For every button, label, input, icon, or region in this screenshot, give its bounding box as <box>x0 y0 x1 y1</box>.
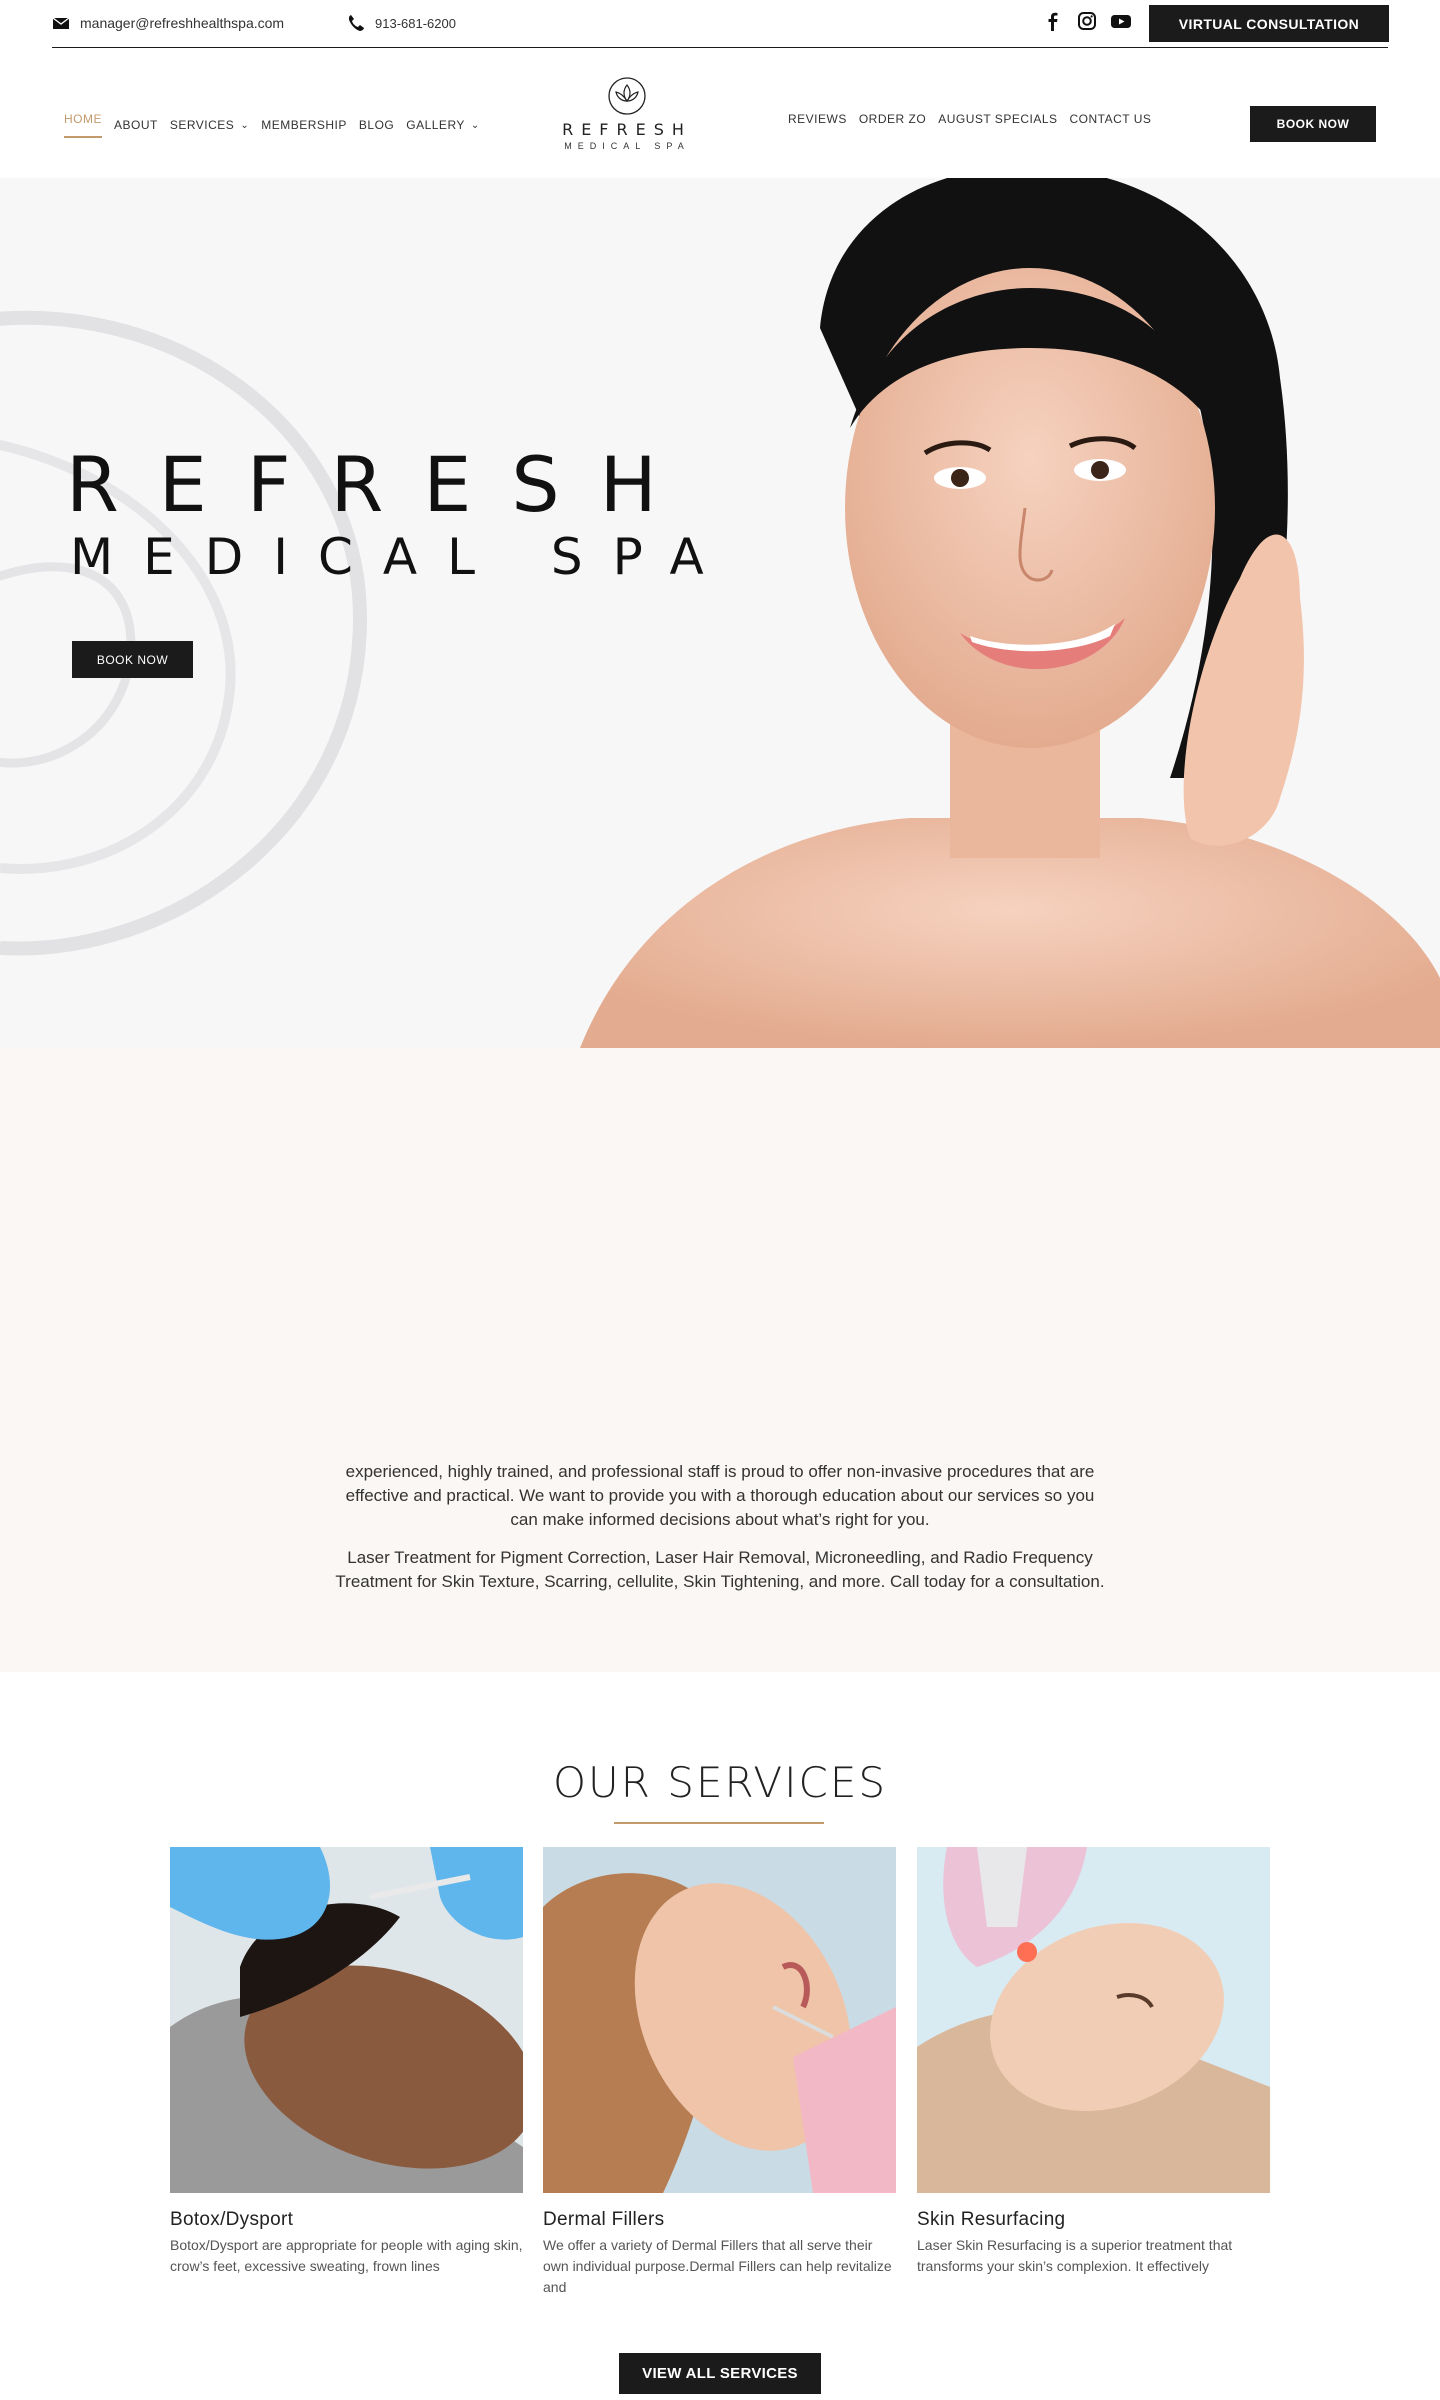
lotus-logo-icon <box>607 76 647 116</box>
phone-text[interactable]: 913-681-6200 <box>375 16 456 31</box>
intro-section: experienced, highly trained, and profess… <box>0 1048 1440 1672</box>
envelope-icon <box>52 14 70 32</box>
nav-order-zo[interactable]: ORDER ZO <box>859 112 926 126</box>
hero-woman-image <box>580 178 1440 1048</box>
email-contact[interactable]: manager@refreshhealthspa.com <box>52 14 284 32</box>
dermal-fillers-title[interactable]: Dermal Fillers <box>543 2209 896 2231</box>
nav-blog[interactable]: BLOG <box>359 112 394 138</box>
phone-icon <box>347 14 365 32</box>
nav-august-specials[interactable]: AUGUST SPECIALS <box>938 112 1057 126</box>
instagram-icon[interactable] <box>1076 10 1098 32</box>
intro-paragraph-1: experienced, highly trained, and profess… <box>345 1462 1095 1529</box>
service-card-skin-resurfacing[interactable]: Skin Resurfacing Laser Skin Resurfacing … <box>917 1847 1270 2277</box>
nav-left-group: HOME ABOUT SERVICES ⌄ MEMBERSHIP BLOG GAL… <box>64 112 480 138</box>
nav-about-label: ABOUT <box>114 118 158 132</box>
site-logo[interactable]: REFRESH MEDICAL SPA <box>552 76 702 151</box>
nav-right-group: REVIEWS ORDER ZO AUGUST SPECIALS CONTACT… <box>788 112 1151 126</box>
top-bar: manager@refreshhealthspa.com 913-681-620… <box>52 0 1389 48</box>
nav-order-zo-label: ORDER ZO <box>858 112 927 126</box>
social-links <box>1042 10 1132 32</box>
main-navigation: HOME ABOUT SERVICES ⌄ MEMBERSHIP BLOG GAL… <box>0 48 1440 178</box>
botox-service-image <box>170 1847 523 2193</box>
nav-august-specials-label: AUGUST SPECIALS <box>938 112 1058 126</box>
nav-reviews[interactable]: REVIEWS <box>788 112 847 126</box>
service-card-botox[interactable]: Botox/Dysport Botox/Dysport are appropri… <box>170 1847 523 2277</box>
nav-contact-us[interactable]: CONTACT US <box>1070 112 1152 126</box>
services-heading-underline <box>614 1822 824 1824</box>
logo-subtitle: MEDICAL SPA <box>564 141 690 151</box>
virtual-consultation-button[interactable]: VIRTUAL CONSULTATION <box>1149 5 1389 42</box>
skin-resurfacing-service-image <box>917 1847 1270 2193</box>
nav-reviews-label: REVIEWS <box>788 112 847 126</box>
hero-book-now-button[interactable]: BOOK NOW <box>72 641 193 678</box>
nav-contact-us-label: CONTACT US <box>1069 112 1152 126</box>
nav-membership-label: MEMBERSHIP <box>261 118 347 132</box>
view-all-services-button[interactable]: VIEW ALL SERVICES <box>619 2353 821 2394</box>
nav-services-label: SERVICES <box>169 118 235 132</box>
youtube-icon[interactable] <box>1110 10 1132 32</box>
email-text[interactable]: manager@refreshhealthspa.com <box>80 15 284 31</box>
hero-subtitle: MEDICAL SPA <box>70 528 734 586</box>
nav-membership[interactable]: MEMBERSHIP <box>261 112 347 138</box>
logo-title: REFRESH <box>562 120 692 139</box>
nav-gallery[interactable]: GALLERY ⌄ <box>406 112 480 138</box>
chevron-down-icon: ⌄ <box>470 119 480 131</box>
skin-resurfacing-title[interactable]: Skin Resurfacing <box>917 2209 1270 2231</box>
nav-services[interactable]: SERVICES ⌄ <box>170 112 249 138</box>
nav-about[interactable]: ABOUT <box>114 112 158 138</box>
nav-home[interactable]: HOME <box>64 112 102 138</box>
chevron-down-icon: ⌄ <box>240 119 250 131</box>
phone-contact[interactable]: 913-681-6200 <box>347 14 456 32</box>
dermal-fillers-description: We offer a variety of Dermal Fillers tha… <box>543 2237 892 2295</box>
nav-gallery-label: GALLERY <box>406 118 465 132</box>
nav-blog-label: BLOG <box>358 118 395 132</box>
hero-title: REFRESH <box>66 440 697 529</box>
skin-resurfacing-description: Laser Skin Resurfacing is a superior tre… <box>917 2237 1233 2274</box>
services-heading: OUR SERVICES <box>552 1758 888 1807</box>
service-card-dermal-fillers[interactable]: Dermal Fillers We offer a variety of Der… <box>543 1847 896 2298</box>
hero-section: REFRESH MEDICAL SPA BOOK NOW <box>0 178 1440 1048</box>
nav-home-label: HOME <box>64 112 102 126</box>
intro-paragraph-2: Laser Treatment for Pigment Correction, … <box>335 1548 1105 1591</box>
botox-description: Botox/Dysport are appropriate for people… <box>170 2237 523 2274</box>
facebook-icon[interactable] <box>1042 10 1064 32</box>
nav-book-now-button[interactable]: BOOK NOW <box>1250 106 1376 142</box>
botox-title[interactable]: Botox/Dysport <box>170 2209 523 2231</box>
dermal-fillers-service-image <box>543 1847 896 2193</box>
decorative-swirl <box>0 310 368 956</box>
